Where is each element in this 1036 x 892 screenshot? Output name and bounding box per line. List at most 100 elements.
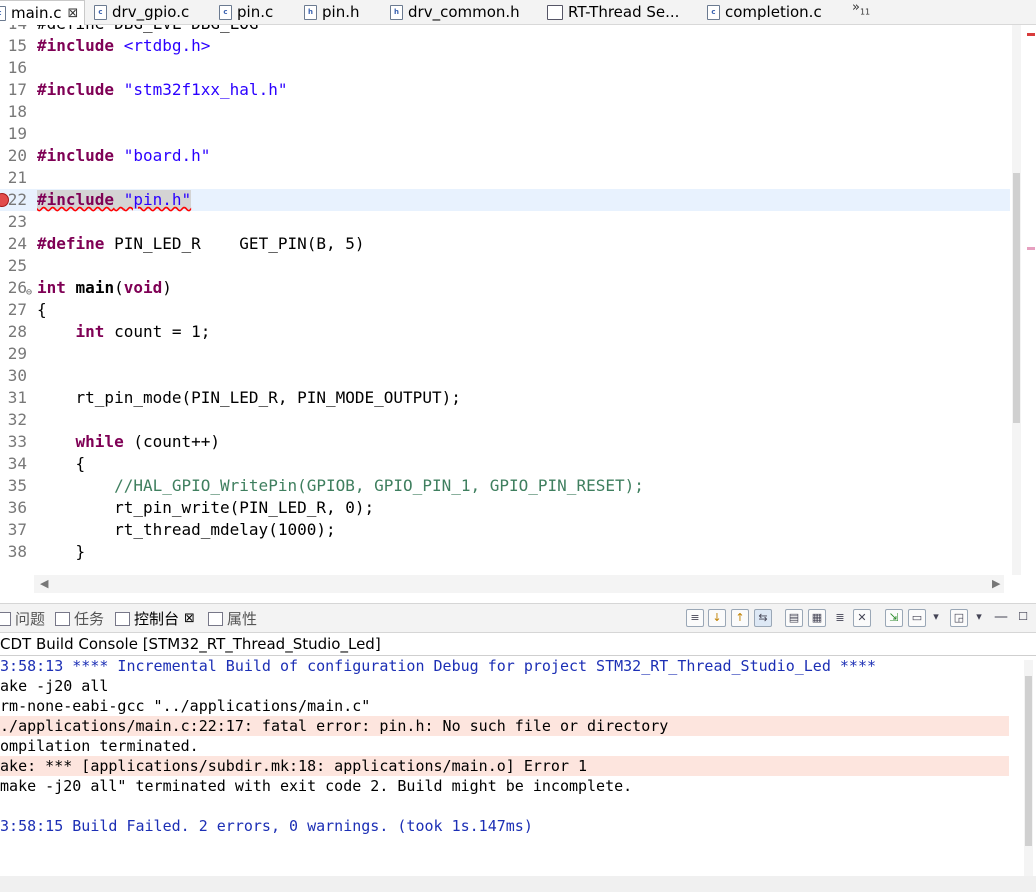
code-line[interactable]: 20 #include "board.h" (0, 145, 1010, 167)
chevron-down-icon[interactable]: ▾ (928, 609, 944, 625)
clear-console-icon[interactable]: ≣ (831, 609, 849, 627)
chevron-down-icon[interactable]: ▾ (971, 609, 987, 625)
scroll-left-arrow-icon[interactable]: ◀ (40, 577, 48, 590)
minimize-icon[interactable]: — (993, 609, 1009, 625)
tasks-icon (55, 611, 70, 626)
h-file-icon: h (304, 4, 317, 20)
close-icon[interactable]: ⊠ (68, 6, 79, 21)
tabs-overflow-button[interactable]: »11 (852, 0, 870, 17)
tab-tasks[interactable]: 任务 (55, 608, 104, 629)
code-text: rt_thread_mdelay(1000); (37, 520, 336, 539)
scroll-lock-icon[interactable]: ▤ (785, 609, 803, 627)
code-line[interactable]: 31 rt_pin_mode(PIN_LED_R, PIN_MODE_OUTPU… (0, 387, 1010, 409)
line-number: 24 (7, 234, 27, 253)
console-scroll-thumb[interactable] (1025, 676, 1032, 846)
link-icon[interactable]: ⇆ (754, 609, 772, 627)
close-icon[interactable]: ⊠ (184, 611, 195, 626)
code-line[interactable]: 29 (0, 343, 1010, 365)
code-line[interactable]: 35 //HAL_GPIO_WritePin(GPIOB, GPIO_PIN_1… (0, 475, 1010, 497)
console-line: arm-none-eabi-gcc "../applications/main.… (0, 697, 371, 715)
code-text: int count = 1; (75, 322, 211, 341)
tab-console[interactable]: 控制台 ⊠ (115, 608, 195, 629)
code-text: } (37, 542, 86, 561)
document-icon[interactable]: ≡ (686, 609, 704, 627)
code-line[interactable]: 26 ⊖ int main(void) (0, 277, 1010, 299)
properties-icon (208, 611, 223, 626)
code-line[interactable]: 23 (0, 211, 1010, 233)
code-editor[interactable]: 14 #define DBG_LVL DBG_LOG 15 #include <rtd… (0, 25, 1036, 595)
previous-error-icon[interactable]: ↑ (731, 609, 749, 627)
console-line: "make -j20 all" terminated with exit cod… (0, 777, 633, 795)
c-file-icon: c (94, 4, 107, 20)
code-line[interactable]: 27 { (0, 299, 1010, 321)
code-text: #include "stm32f1xx_hal.h" (37, 80, 288, 99)
annotation-marker[interactable] (1027, 247, 1035, 250)
code-line[interactable]: 38 } (0, 541, 1010, 563)
code-line[interactable]: 33 while (count++) (0, 431, 1010, 453)
line-number: 20 (7, 146, 27, 165)
tab-rt-thread-settings[interactable]: RT-Thread Se... (547, 0, 679, 24)
next-error-icon[interactable]: ↓ (708, 609, 726, 627)
code-line[interactable]: 21 (0, 167, 1010, 189)
code-line[interactable]: 14 #define DBG_LVL DBG_LOG (0, 25, 1010, 35)
tab-pin-h[interactable]: h pin.h (304, 0, 359, 24)
tab-drv-common-h[interactable]: h drv_common.h (390, 0, 520, 24)
console-line: 13:58:15 Build Failed. 2 errors, 0 warni… (0, 817, 533, 835)
new-console-icon[interactable]: ◲ (950, 609, 968, 627)
tab-properties[interactable]: 属性 (208, 608, 257, 629)
tab-completion-c[interactable]: c completion.c (707, 0, 822, 24)
code-text: //HAL_GPIO_WritePin(GPIOB, GPIO_PIN_1, G… (114, 476, 644, 495)
code-line[interactable]: 24 #define PIN_LED_R GET_PIN(B, 5) (0, 233, 1010, 255)
code-line[interactable]: 32 (0, 409, 1010, 431)
code-line[interactable]: 19 (0, 123, 1010, 145)
line-number: 15 (7, 36, 27, 55)
line-number: 28 (7, 322, 27, 341)
code-line[interactable]: 34 { (0, 453, 1010, 475)
tab-pin-c[interactable]: c pin.c (219, 0, 273, 24)
c-file-icon: c (0, 5, 6, 21)
tab-drv-gpio-c[interactable]: c drv_gpio.c (94, 0, 189, 24)
maximize-icon[interactable]: ☐ (1015, 609, 1031, 625)
code-text: rt_pin_write(PIN_LED_R, 0); (37, 498, 375, 517)
editor-horizontal-scrollbar[interactable] (34, 575, 1004, 593)
tab-main-c[interactable]: c main.c ⊠ (0, 0, 86, 25)
code-text: rt_pin_mode(PIN_LED_R, PIN_MODE_OUTPUT); (37, 388, 461, 407)
code-line[interactable]: 30 (0, 365, 1010, 387)
code-text: #include "board.h" (37, 146, 211, 165)
word-wrap-icon[interactable]: ▦ (808, 609, 826, 627)
console-horizontal-scrollbar[interactable] (0, 876, 1036, 892)
code-line[interactable]: 17 #include "stm32f1xx_hal.h" (0, 79, 1010, 101)
remove-launch-icon[interactable]: ✕ (853, 609, 871, 627)
build-console-output[interactable]: 13:58:13 **** Incremental Build of confi… (0, 656, 1020, 876)
code-line[interactable]: 36 rt_pin_write(PIN_LED_R, 0); (0, 497, 1010, 519)
line-number: 17 (7, 80, 27, 99)
h-file-icon: h (390, 4, 403, 20)
code-line[interactable]: 28 int count = 1; (0, 321, 1010, 343)
tab-problems[interactable]: 问题 (0, 608, 45, 629)
code-line[interactable]: 18 (0, 101, 1010, 123)
scroll-right-arrow-icon[interactable]: ▶ (992, 577, 1000, 590)
code-line[interactable]: 22 #include "pin.h" (0, 189, 1010, 211)
code-line[interactable]: 37 rt_thread_mdelay(1000); (0, 519, 1010, 541)
code-line[interactable]: 25 (0, 255, 1010, 277)
pin-console-icon[interactable]: ⇲ (885, 609, 903, 627)
line-number: 27 (7, 300, 27, 319)
line-number: 30 (7, 366, 27, 385)
line-number: 18 (7, 102, 27, 121)
line-number: 26 (7, 278, 27, 297)
code-line[interactable]: 15 #include <rtdbg.h> (0, 35, 1010, 57)
editor-scroll-thumb[interactable] (1013, 173, 1020, 423)
line-number: 21 (7, 168, 27, 187)
code-text: #define DBG_LVL DBG_LOG (37, 25, 259, 35)
error-marker[interactable] (1027, 33, 1035, 36)
line-number: 38 (7, 542, 27, 561)
code-line[interactable]: 16 (0, 57, 1010, 79)
code-text: #include "pin.h" (37, 190, 192, 209)
display-console-icon[interactable]: ▭ (908, 609, 926, 627)
line-number: 32 (7, 410, 27, 429)
line-number: 33 (7, 432, 27, 451)
line-number: 14 (5, 25, 27, 35)
overview-ruler[interactable] (1024, 25, 1036, 575)
line-number: 19 (7, 124, 27, 143)
